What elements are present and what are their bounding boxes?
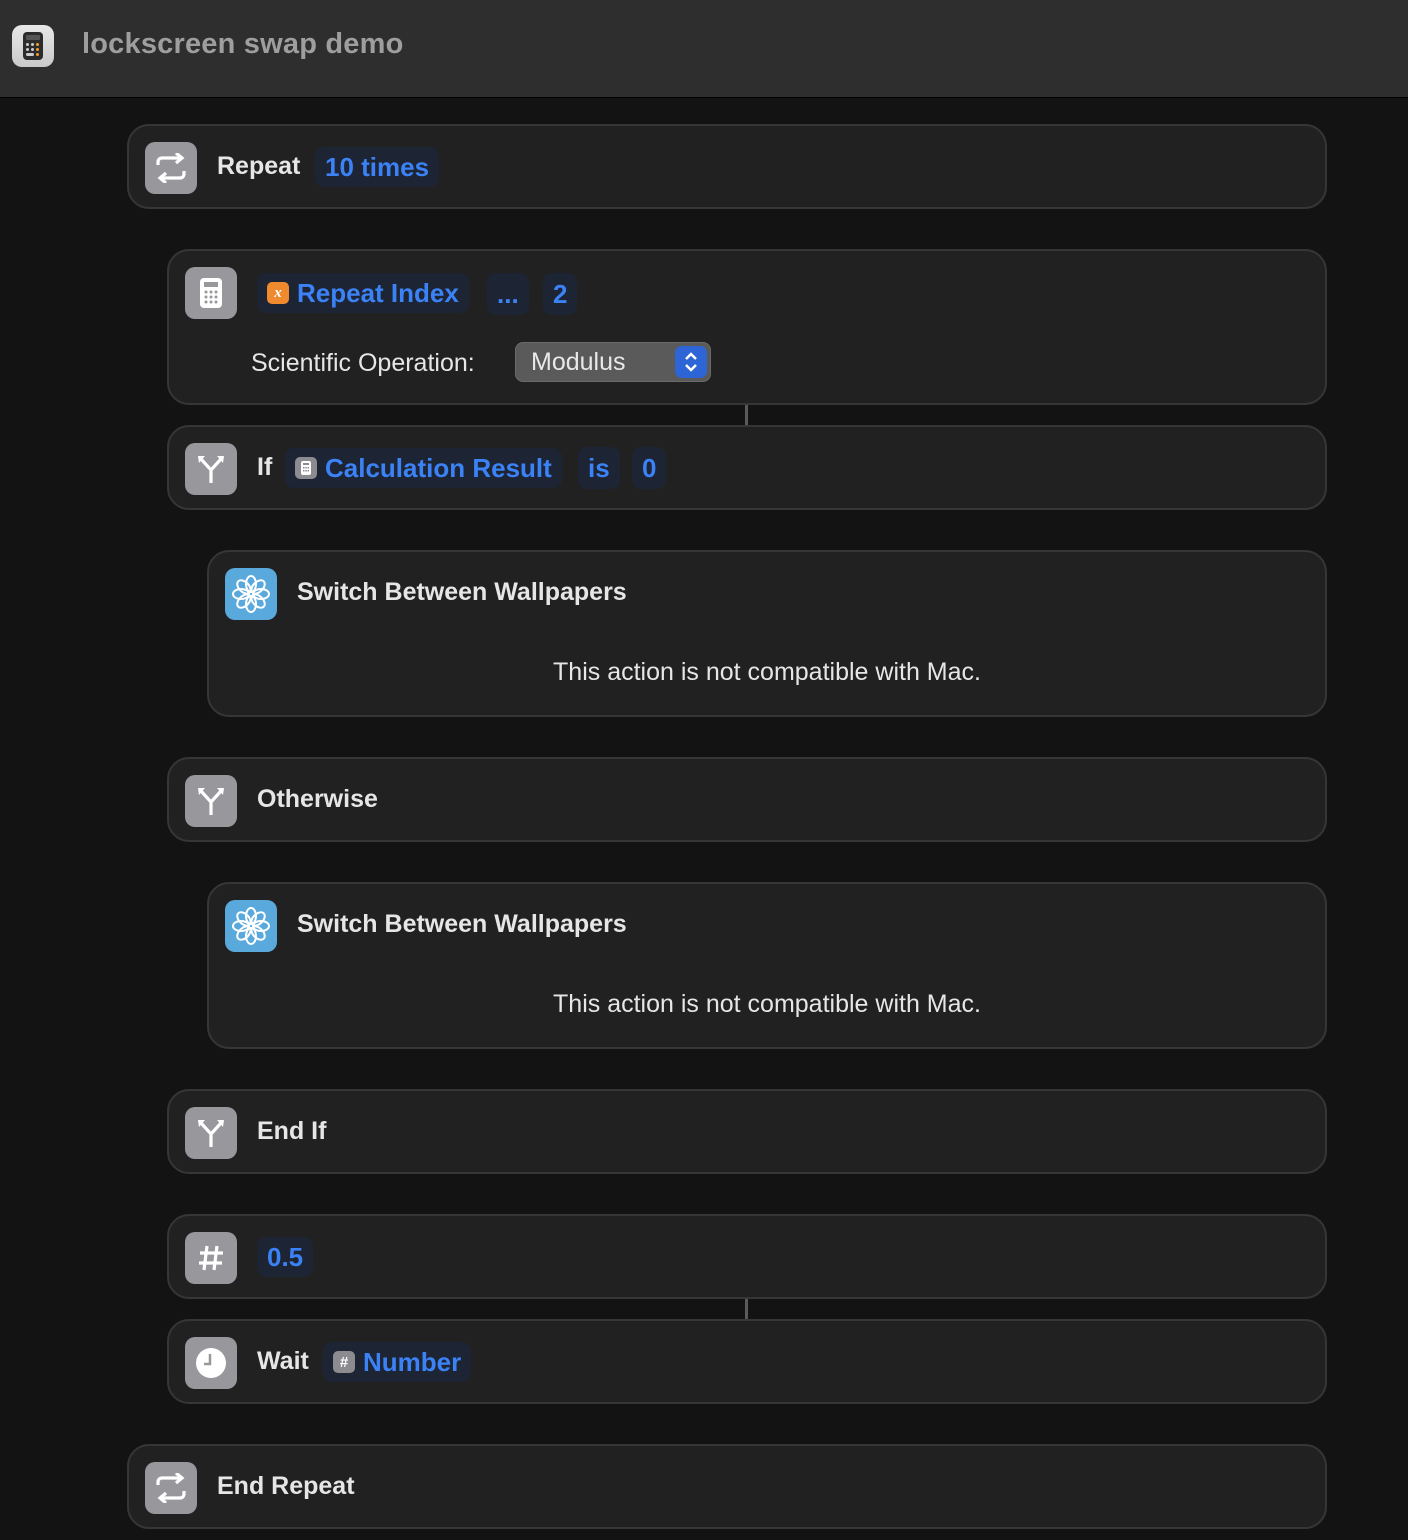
calculation-result-label: Calculation Result	[325, 452, 552, 483]
window-title: lockscreen swap demo	[82, 28, 404, 60]
hash-icon	[185, 1232, 237, 1284]
variable-x-icon: x	[267, 282, 289, 304]
branch-icon	[185, 443, 237, 495]
calculator-icon	[185, 267, 237, 319]
branch-icon	[185, 1107, 237, 1159]
repeat-label: Repeat	[217, 152, 301, 180]
select-value: Modulus	[531, 348, 626, 376]
repeat-index-token[interactable]: x Repeat Index	[257, 273, 469, 313]
calculate-action[interactable]: x Repeat Index ... 2 Scientific Operatio…	[167, 249, 1327, 405]
wait-action[interactable]: Wait # Number	[167, 1319, 1327, 1404]
scientific-operation-label: Scientific Operation:	[251, 349, 475, 377]
switch-wallpapers-label: Switch Between Wallpapers	[297, 578, 627, 606]
end-if-action[interactable]: End If	[167, 1089, 1327, 1174]
number-variable-token[interactable]: # Number	[323, 1342, 472, 1382]
wait-label: Wait	[257, 1347, 309, 1375]
calculation-result-token[interactable]: Calculation Result	[285, 448, 562, 488]
repeat-icon	[145, 1462, 197, 1514]
flower-icon	[225, 568, 277, 620]
flower-icon	[225, 900, 277, 952]
if-label: If	[257, 453, 273, 481]
end-repeat-action[interactable]: End Repeat	[127, 1444, 1327, 1529]
calculator-icon	[295, 457, 317, 479]
clock-icon	[185, 1337, 237, 1389]
branch-icon	[185, 775, 237, 827]
incompatible-message: This action is not compatible with Mac.	[553, 658, 981, 686]
connector-line	[745, 1299, 748, 1319]
switch-wallpapers-action[interactable]: Switch Between Wallpapers This action is…	[207, 882, 1327, 1049]
switch-wallpapers-action[interactable]: Switch Between Wallpapers This action is…	[207, 550, 1327, 717]
calculator-icon	[12, 25, 54, 67]
number-value-token[interactable]: 0.5	[257, 1237, 314, 1277]
hash-icon: #	[333, 1351, 355, 1373]
otherwise-label: Otherwise	[257, 785, 378, 813]
end-if-label: End If	[257, 1117, 327, 1145]
number-variable-label: Number	[363, 1346, 462, 1377]
end-repeat-label: End Repeat	[217, 1472, 355, 1500]
connector-line	[745, 405, 748, 425]
title-bar: lockscreen swap demo	[0, 0, 1408, 98]
repeat-count-token[interactable]: 10 times	[315, 147, 440, 187]
number-action[interactable]: 0.5	[167, 1214, 1327, 1299]
repeat-action[interactable]: Repeat 10 times	[127, 124, 1327, 209]
if-action[interactable]: If Calculation Result is 0	[167, 425, 1327, 510]
switch-wallpapers-label: Switch Between Wallpapers	[297, 910, 627, 938]
incompatible-message: This action is not compatible with Mac.	[553, 990, 981, 1018]
operator-token[interactable]: ...	[487, 273, 529, 315]
chevron-up-down-icon	[675, 346, 707, 378]
otherwise-action[interactable]: Otherwise	[167, 757, 1327, 842]
repeat-icon	[145, 142, 197, 194]
scientific-operation-select[interactable]: Modulus	[515, 342, 711, 382]
condition-value-token[interactable]: 0	[632, 447, 667, 489]
operand-value-token[interactable]: 2	[543, 273, 578, 315]
condition-token[interactable]: is	[578, 447, 620, 489]
repeat-index-label: Repeat Index	[297, 277, 459, 308]
